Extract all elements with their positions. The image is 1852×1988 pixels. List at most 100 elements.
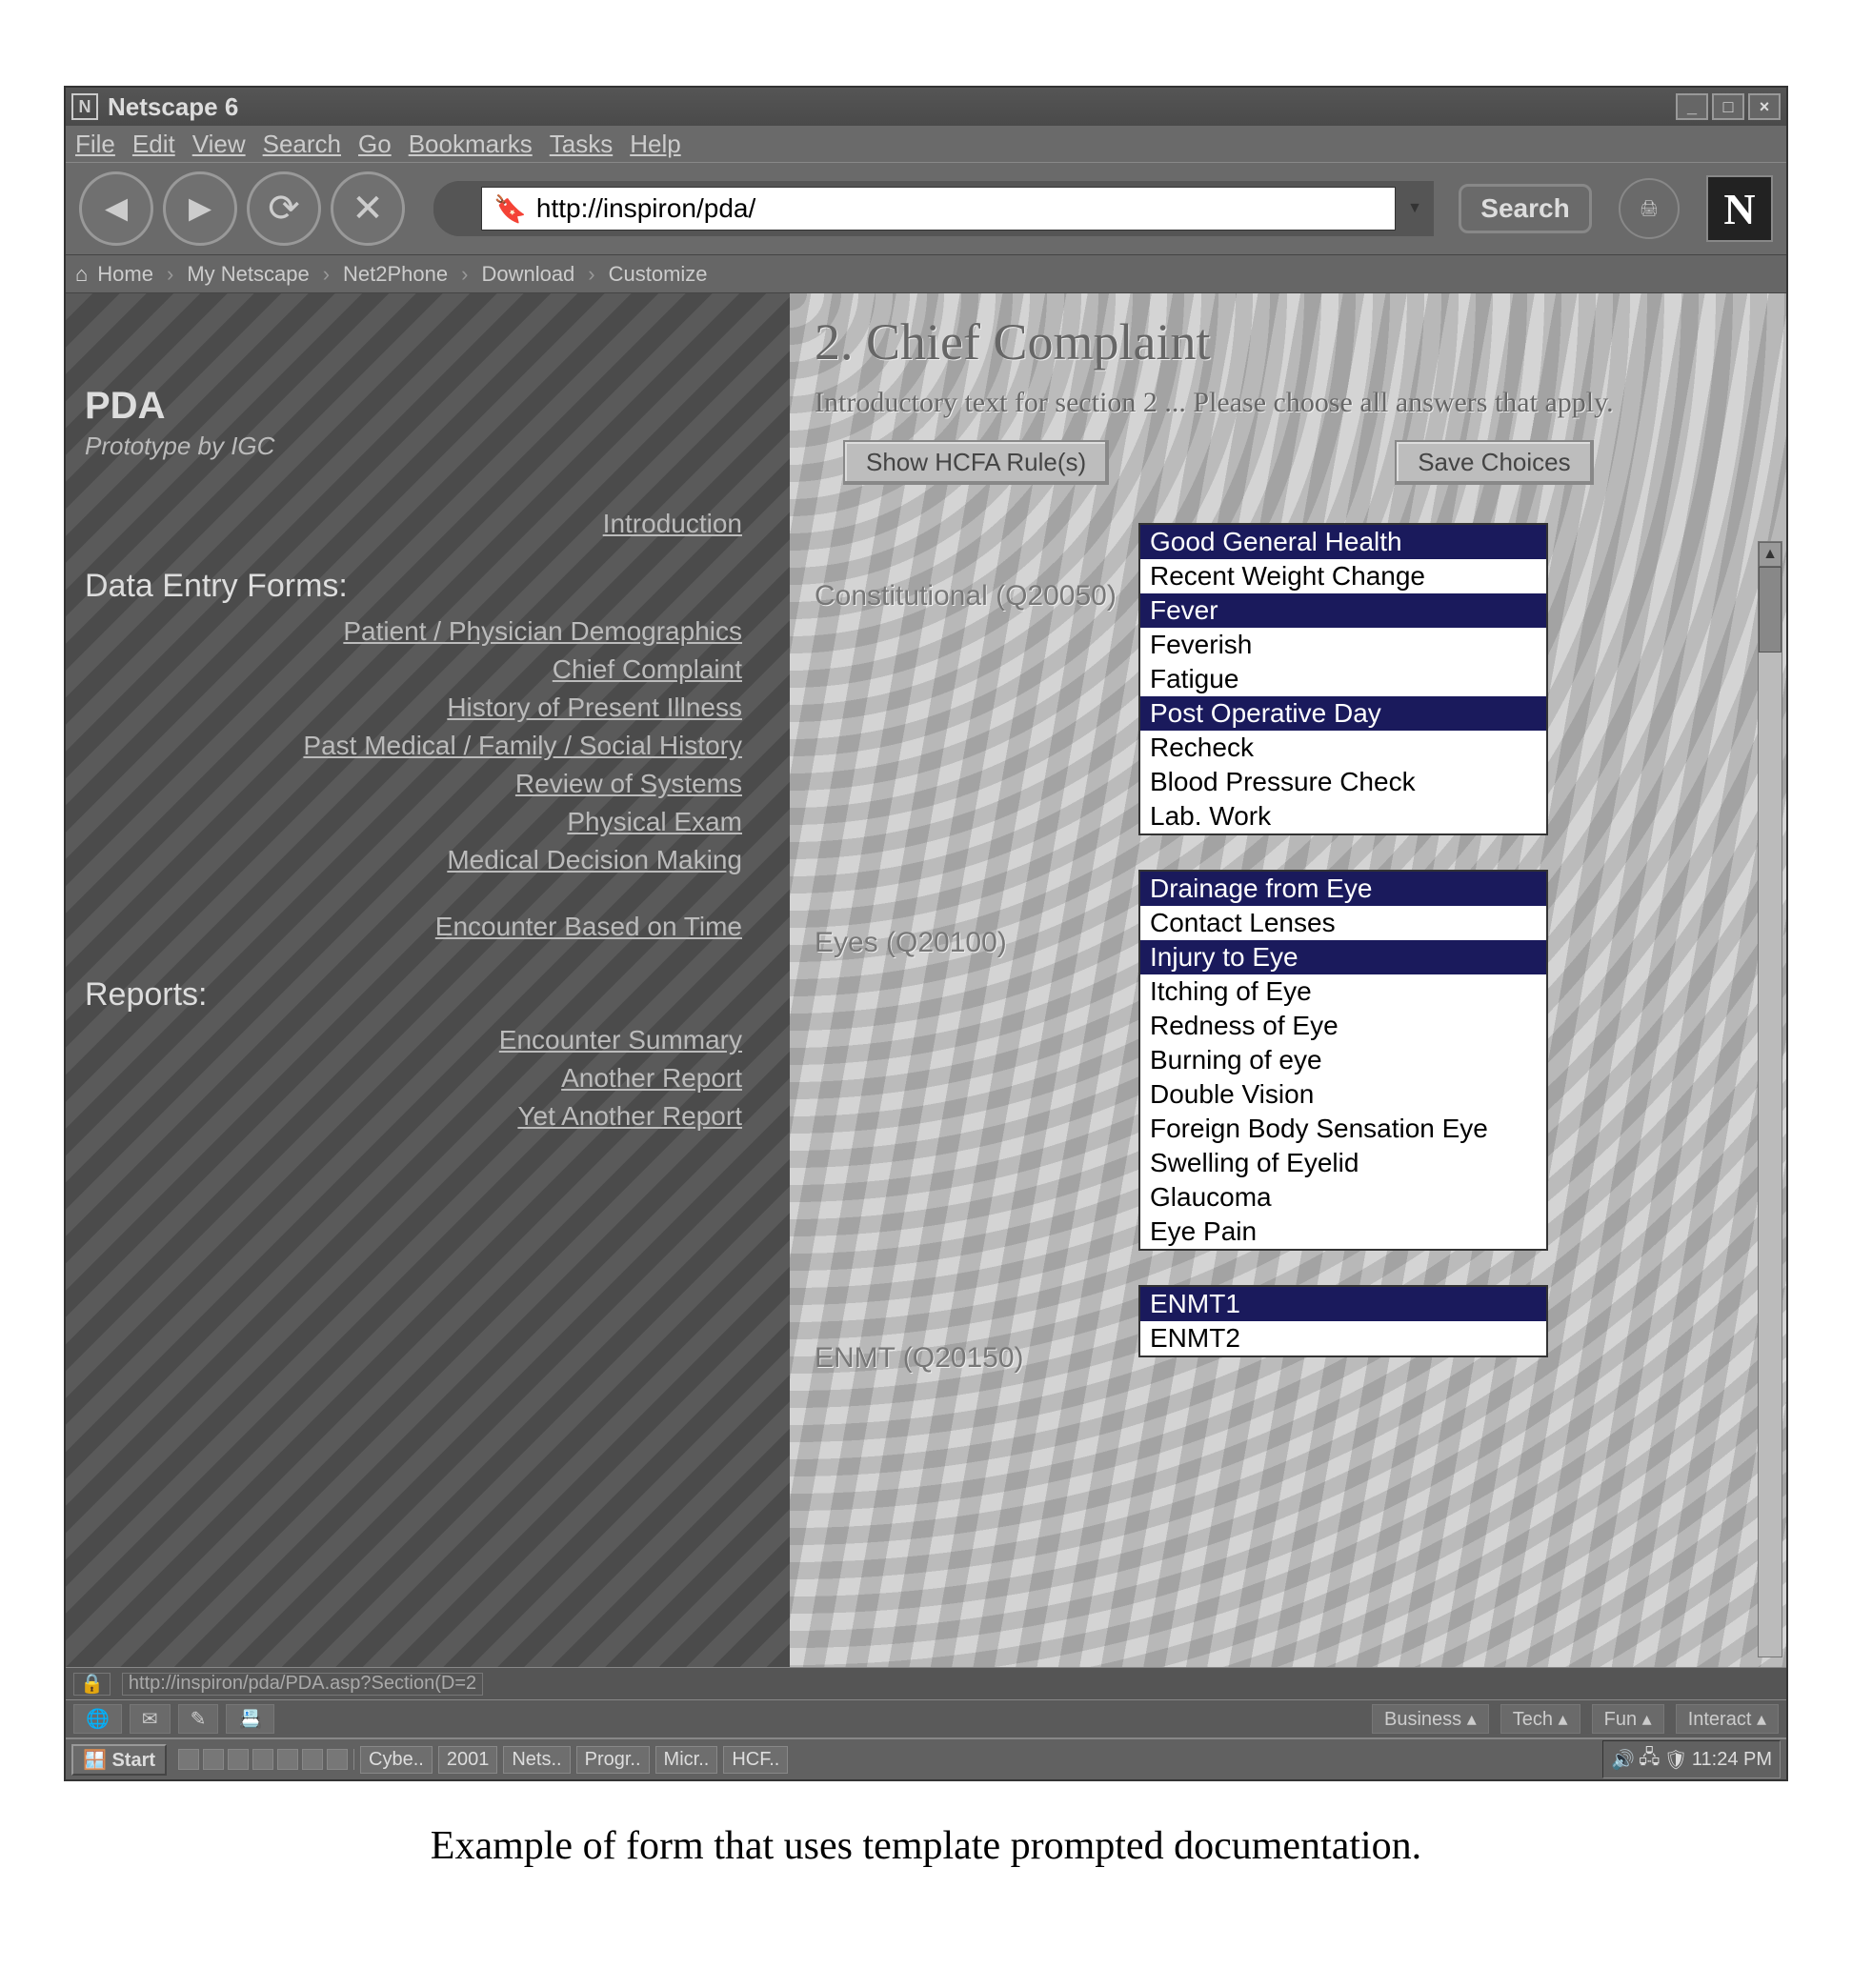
menu-file[interactable]: File bbox=[75, 130, 115, 159]
home-icon: ⌂ bbox=[75, 262, 88, 287]
sidebar-link-introduction[interactable]: Introduction bbox=[603, 509, 742, 538]
sidebar-link-yet-another-report[interactable]: Yet Another Report bbox=[517, 1101, 742, 1132]
ql-icon[interactable] bbox=[277, 1749, 298, 1770]
url-text: http://inspiron/pda/ bbox=[536, 193, 755, 224]
menu-tasks[interactable]: Tasks bbox=[550, 130, 613, 159]
ql-icon[interactable] bbox=[252, 1749, 273, 1770]
listbox-option[interactable]: Drainage from Eye bbox=[1140, 872, 1546, 906]
listbox-option[interactable]: Fever bbox=[1140, 593, 1546, 628]
menu-view[interactable]: View bbox=[192, 130, 246, 159]
listbox-option[interactable]: Injury to Eye bbox=[1140, 940, 1546, 974]
listbox-option[interactable]: ENMT2 bbox=[1140, 1321, 1546, 1355]
forward-button[interactable]: ► bbox=[163, 171, 237, 246]
listbox-option[interactable]: Fatigue bbox=[1140, 662, 1546, 696]
search-button[interactable]: Search bbox=[1459, 184, 1592, 233]
component-address[interactable]: 📇 bbox=[226, 1704, 274, 1734]
tab-fun[interactable]: Fun ▴ bbox=[1592, 1704, 1664, 1734]
tray-icon[interactable]: 🖧 bbox=[1639, 1743, 1660, 1776]
tab-business[interactable]: Business ▴ bbox=[1372, 1704, 1489, 1734]
component-mail[interactable]: ✉ bbox=[130, 1704, 171, 1734]
answer-listbox[interactable]: Drainage from EyeContact LensesInjury to… bbox=[1138, 870, 1548, 1251]
ql-icon[interactable] bbox=[302, 1749, 323, 1770]
tray-icon[interactable]: 🔊 bbox=[1611, 1748, 1635, 1772]
back-button[interactable]: ◄ bbox=[79, 171, 153, 246]
quick-launch bbox=[172, 1749, 354, 1770]
sidebar-link-medical-decision[interactable]: Medical Decision Making bbox=[447, 845, 742, 875]
close-button[interactable]: × bbox=[1748, 93, 1781, 120]
taskbar-button[interactable]: Nets.. bbox=[503, 1746, 570, 1774]
listbox-option[interactable]: Eye Pain bbox=[1140, 1215, 1546, 1249]
menu-help[interactable]: Help bbox=[630, 130, 680, 159]
ql-icon[interactable] bbox=[327, 1749, 348, 1770]
listbox-option[interactable]: Blood Pressure Check bbox=[1140, 765, 1546, 799]
scroll-up-icon[interactable]: ▲ bbox=[1759, 542, 1782, 567]
answer-listbox[interactable]: Good General HealthRecent Weight ChangeF… bbox=[1138, 523, 1548, 835]
listbox-option[interactable]: Double Vision bbox=[1140, 1077, 1546, 1112]
start-button[interactable]: 🪟 Start bbox=[71, 1744, 167, 1776]
menubar: File Edit View Search Go Bookmarks Tasks… bbox=[66, 126, 1786, 162]
url-dropdown-icon[interactable]: ▼ bbox=[1396, 200, 1434, 217]
taskbar-button[interactable]: Progr.. bbox=[576, 1746, 650, 1774]
answer-listbox[interactable]: ENMT1ENMT2 bbox=[1138, 1285, 1548, 1357]
pt-customize[interactable]: Customize bbox=[609, 262, 708, 287]
stop-button[interactable]: ✕ bbox=[331, 171, 405, 246]
menu-edit[interactable]: Edit bbox=[132, 130, 175, 159]
listbox-option[interactable]: Lab. Work bbox=[1140, 799, 1546, 833]
save-choices-button[interactable]: Save Choices bbox=[1395, 440, 1593, 485]
ql-icon[interactable] bbox=[228, 1749, 249, 1770]
listbox-option[interactable]: Feverish bbox=[1140, 628, 1546, 662]
listbox-option[interactable]: Itching of Eye bbox=[1140, 974, 1546, 1009]
minimize-button[interactable]: _ bbox=[1676, 93, 1708, 120]
tray-clock: 11:24 PM bbox=[1692, 1749, 1772, 1771]
listbox-option[interactable]: Good General Health bbox=[1140, 525, 1546, 559]
component-navigator[interactable]: 🌐 bbox=[73, 1704, 122, 1734]
menu-go[interactable]: Go bbox=[358, 130, 392, 159]
menu-search[interactable]: Search bbox=[263, 130, 341, 159]
taskbar-button[interactable]: Cybe.. bbox=[360, 1746, 433, 1774]
question-row: Constitutional (Q20050)Good General Heal… bbox=[815, 523, 1767, 835]
pt-home[interactable]: ⌂Home bbox=[75, 262, 153, 287]
tab-tech[interactable]: Tech ▴ bbox=[1500, 1704, 1580, 1734]
url-input[interactable]: 🔖 http://inspiron/pda/ bbox=[481, 187, 1396, 231]
sidebar-link-another-report[interactable]: Another Report bbox=[561, 1063, 742, 1094]
sidebar-link-past-medical[interactable]: Past Medical / Family / Social History bbox=[303, 731, 742, 761]
sidebar-link-review-systems[interactable]: Review of Systems bbox=[515, 769, 742, 799]
component-composer[interactable]: ✎ bbox=[178, 1704, 219, 1734]
show-hcfa-button[interactable]: Show HCFA Rule(s) bbox=[843, 440, 1109, 485]
listbox-option[interactable]: Recent Weight Change bbox=[1140, 559, 1546, 593]
sidebar-link-physical-exam[interactable]: Physical Exam bbox=[567, 807, 742, 837]
listbox-option[interactable]: Burning of eye bbox=[1140, 1043, 1546, 1077]
menu-bookmarks[interactable]: Bookmarks bbox=[409, 130, 533, 159]
maximize-button[interactable]: □ bbox=[1712, 93, 1744, 120]
listbox-option[interactable]: Foreign Body Sensation Eye bbox=[1140, 1112, 1546, 1146]
scroll-thumb[interactable] bbox=[1759, 567, 1782, 653]
tab-interact[interactable]: Interact ▴ bbox=[1676, 1704, 1779, 1734]
listbox-option[interactable]: Glaucoma bbox=[1140, 1180, 1546, 1215]
statusbar: 🔒 http://inspiron/pda/PDA.asp?Section(D=… bbox=[66, 1667, 1786, 1699]
status-url: http://inspiron/pda/PDA.asp?Section(D=2 bbox=[122, 1673, 483, 1696]
taskbar-button[interactable]: HCF.. bbox=[723, 1746, 788, 1774]
listbox-option[interactable]: Contact Lenses bbox=[1140, 906, 1546, 940]
listbox-option[interactable]: Swelling of Eyelid bbox=[1140, 1146, 1546, 1180]
listbox-option[interactable]: Post Operative Day bbox=[1140, 696, 1546, 731]
sidebar-link-encounter-time[interactable]: Encounter Based on Time bbox=[435, 912, 742, 942]
vertical-scrollbar[interactable]: ▲ bbox=[1758, 541, 1782, 1657]
taskbar-button[interactable]: 2001 bbox=[438, 1746, 498, 1774]
reload-button[interactable]: ⟳ bbox=[247, 171, 321, 246]
netscape-logo-icon: N bbox=[1706, 175, 1773, 242]
pt-download[interactable]: Download bbox=[481, 262, 574, 287]
tray-icon[interactable]: 🛡 bbox=[1663, 1748, 1687, 1772]
taskbar-button[interactable]: Micr.. bbox=[655, 1746, 718, 1774]
pt-net2phone[interactable]: Net2Phone bbox=[343, 262, 448, 287]
listbox-option[interactable]: Recheck bbox=[1140, 731, 1546, 765]
sidebar-link-demographics[interactable]: Patient / Physician Demographics bbox=[343, 616, 742, 647]
ql-icon[interactable] bbox=[178, 1749, 199, 1770]
sidebar-link-chief-complaint[interactable]: Chief Complaint bbox=[553, 654, 742, 685]
sidebar-link-encounter-summary[interactable]: Encounter Summary bbox=[499, 1025, 742, 1055]
ql-icon[interactable] bbox=[203, 1749, 224, 1770]
sidebar-link-history-present[interactable]: History of Present Illness bbox=[447, 693, 742, 723]
pt-mynetscape[interactable]: My Netscape bbox=[187, 262, 309, 287]
listbox-option[interactable]: ENMT1 bbox=[1140, 1287, 1546, 1321]
print-button[interactable]: 🖨 bbox=[1619, 178, 1680, 239]
listbox-option[interactable]: Redness of Eye bbox=[1140, 1009, 1546, 1043]
